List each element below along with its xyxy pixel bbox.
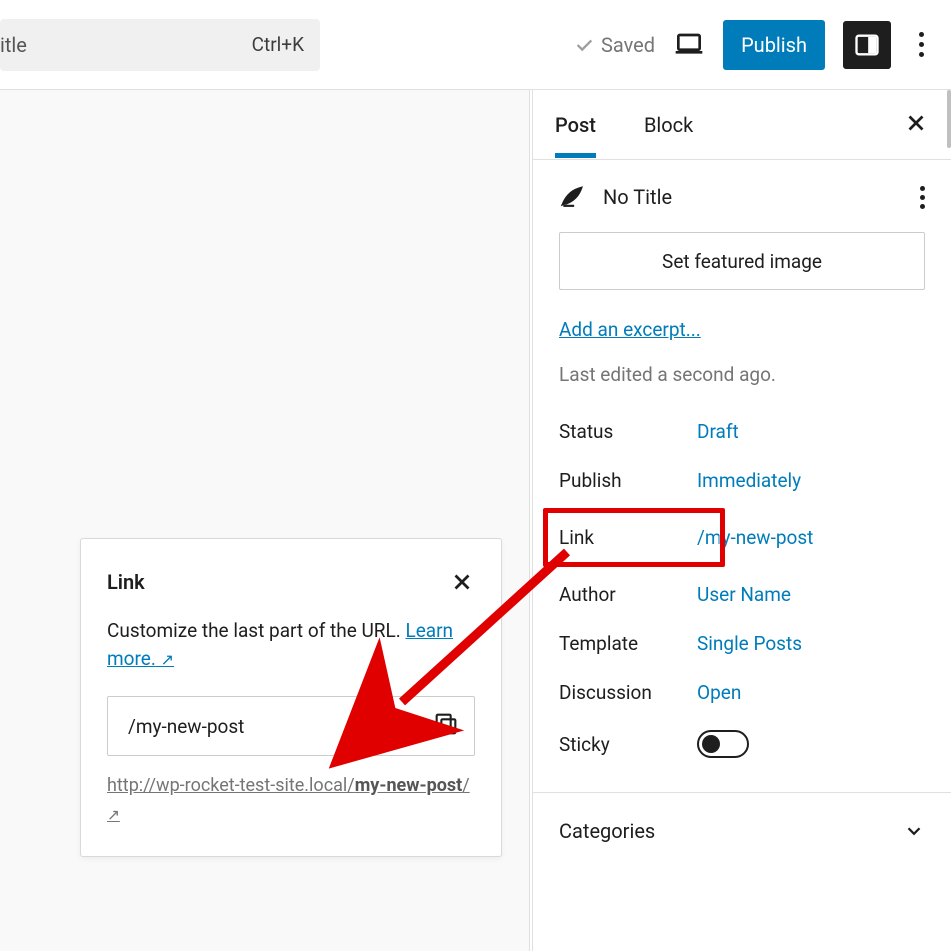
post-title[interactable]: No Title [603, 185, 672, 209]
slug-input[interactable] [128, 715, 432, 738]
sidebar-icon [853, 31, 881, 59]
author-label: Author [559, 583, 697, 606]
laptop-icon [673, 27, 705, 59]
tab-post[interactable]: Post [555, 93, 596, 158]
tab-block[interactable]: Block [644, 93, 693, 157]
editor-topbar: itle Ctrl+K Saved Publish [0, 0, 951, 90]
checkmark-icon [573, 34, 595, 56]
add-excerpt-link[interactable]: Add an excerpt... [559, 318, 701, 341]
sticky-label: Sticky [559, 733, 697, 756]
url-suffix: / [462, 775, 469, 796]
publish-label: Publish [559, 469, 697, 492]
full-url-preview[interactable]: http://wp-rocket-test-site.local/my-new-… [107, 772, 475, 830]
topbar-actions: Saved Publish [573, 20, 933, 70]
post-title-row: No Title [559, 182, 925, 212]
last-edited-text: Last edited a second ago. [559, 363, 925, 386]
link-popover: Link Customize the last part of the URL.… [80, 538, 502, 857]
title-label: itle [0, 33, 27, 57]
settings-panel-toggle[interactable] [843, 21, 891, 69]
slug-input-wrapper [107, 696, 475, 756]
saved-indicator: Saved [573, 33, 655, 57]
title-command-pill[interactable]: itle Ctrl+K [0, 19, 320, 71]
external-icon: ↗ [107, 806, 120, 824]
close-sidebar-button[interactable] [903, 110, 929, 140]
template-label: Template [559, 632, 697, 655]
post-meta-grid: Status Draft Publish Immediately Link /m… [559, 420, 925, 758]
popover-desc-text: Customize the last part of the URL. [107, 619, 405, 642]
discussion-label: Discussion [559, 681, 697, 704]
popover-description: Customize the last part of the URL. Lear… [107, 617, 475, 672]
post-type-icon [559, 182, 585, 212]
popover-header: Link [107, 569, 475, 595]
post-panel: No Title Set featured image Add an excer… [533, 160, 951, 758]
link-label: Link [559, 518, 697, 557]
saved-label: Saved [601, 33, 655, 57]
close-icon[interactable] [449, 569, 475, 595]
sidebar-tabs: Post Block [533, 90, 951, 160]
title-shortcut: Ctrl+K [252, 33, 304, 56]
set-featured-image-button[interactable]: Set featured image [559, 232, 925, 290]
url-base: http://wp-rocket-test-site.local/ [107, 775, 355, 796]
discussion-value[interactable]: Open [697, 681, 925, 704]
close-icon [903, 110, 929, 136]
status-value[interactable]: Draft [697, 420, 925, 443]
template-value[interactable]: Single Posts [697, 632, 925, 655]
publish-value[interactable]: Immediately [697, 469, 925, 492]
external-icon: ↗ [161, 650, 175, 669]
settings-sidebar: Post Block No Title Set featured image A… [532, 90, 951, 951]
chevron-down-icon [903, 820, 925, 842]
status-label: Status [559, 420, 697, 443]
device-preview-button[interactable] [673, 27, 705, 63]
post-actions-button[interactable] [920, 186, 925, 209]
copy-button[interactable] [432, 710, 460, 742]
scrollbar[interactable] [947, 90, 951, 148]
url-slug: my-new-post [355, 775, 463, 796]
popover-title: Link [107, 570, 145, 594]
more-options-button[interactable] [909, 32, 933, 57]
categories-label: Categories [559, 819, 655, 843]
link-value[interactable]: /my-new-post [697, 526, 925, 549]
categories-panel-toggle[interactable]: Categories [533, 792, 951, 869]
copy-icon [432, 710, 460, 738]
sticky-toggle[interactable] [697, 730, 749, 758]
publish-button[interactable]: Publish [723, 20, 825, 70]
author-value[interactable]: User Name [697, 583, 925, 606]
quill-icon [559, 182, 585, 208]
